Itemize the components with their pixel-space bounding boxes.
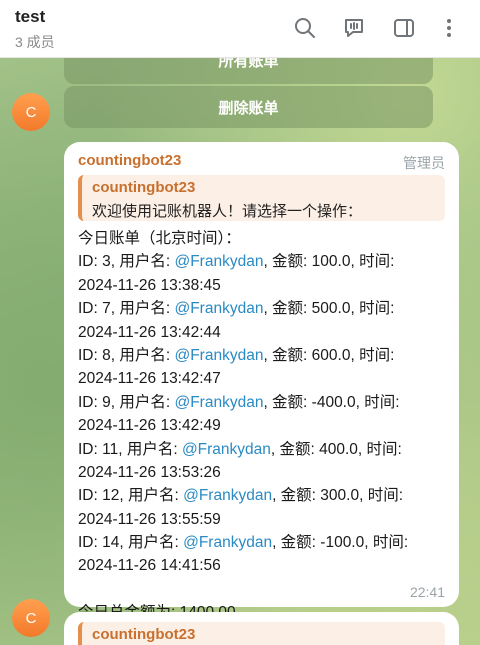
- message-text: 今日账单（北京时间）： ID: 3, 用户名: @Frankydan, 金额: …: [78, 227, 448, 625]
- user-mention-link[interactable]: @Frankydan: [183, 534, 272, 551]
- bill-entry: ID: 8, 用户名: @Frankydan, 金额: 600.0, 时间:: [78, 344, 448, 367]
- user-mention-link[interactable]: @Frankydan: [174, 300, 263, 317]
- entry-suffix: , 金额: 300.0, 时间:: [272, 487, 403, 505]
- entry-prefix: ID: 9, 用户名:: [78, 393, 175, 411]
- bill-entry: ID: 9, 用户名: @Frankydan, 金额: -400.0, 时间:: [78, 391, 448, 414]
- reply-text: 欢迎使用记账机器人！请选择一个操作：: [92, 203, 363, 220]
- user-mention-link[interactable]: @Frankydan: [174, 253, 263, 270]
- entry-time: 2024-11-26 13:38:45: [78, 276, 221, 294]
- entry-time: 2024-11-26 13:42:44: [78, 323, 221, 341]
- entry-time: 2024-11-26 13:53:26: [78, 463, 221, 481]
- member-count: 3 成员: [15, 34, 55, 50]
- entry-suffix: , 金额: 100.0, 时间:: [263, 253, 395, 271]
- entry-prefix: ID: 14, 用户名:: [78, 534, 184, 552]
- entry-prefix: ID: 12, 用户名:: [78, 487, 184, 505]
- chat-title[interactable]: test: [15, 7, 45, 27]
- voice-chat-icon[interactable]: [342, 16, 366, 40]
- sender-name[interactable]: countingbot23: [78, 152, 181, 169]
- bill-entry: ID: 14, 用户名: @Frankydan, 金额: -100.0, 时间:: [78, 531, 448, 554]
- bill-entry: ID: 12, 用户名: @Frankydan, 金额: 300.0, 时间:: [78, 484, 448, 507]
- reply-sender: countingbot23: [92, 626, 196, 643]
- bill-heading: 今日账单（北京时间）：: [78, 230, 241, 247]
- more-icon[interactable]: [437, 16, 461, 40]
- bill-entry: ID: 7, 用户名: @Frankydan, 金额: 500.0, 时间:: [78, 297, 448, 320]
- entry-suffix: , 金额: 600.0, 时间:: [263, 346, 395, 364]
- user-mention-link[interactable]: @Frankydan: [174, 347, 263, 364]
- side-panel-icon[interactable]: [392, 16, 416, 40]
- entry-prefix: ID: 8, 用户名:: [78, 346, 175, 364]
- entry-time: 2024-11-26 13:42:47: [78, 370, 221, 388]
- search-icon[interactable]: [293, 16, 317, 40]
- reply-quote[interactable]: countingbot23: [78, 622, 445, 645]
- bill-entry: ID: 11, 用户名: @Frankydan, 金额: 400.0, 时间:: [78, 438, 448, 461]
- avatar[interactable]: C: [12, 93, 50, 131]
- bill-entries: ID: 3, 用户名: @Frankydan, 金额: 100.0, 时间: 20…: [78, 250, 448, 577]
- entry-prefix: ID: 11, 用户名:: [78, 440, 182, 458]
- entry-prefix: ID: 7, 用户名:: [78, 300, 175, 318]
- message-bubble[interactable]: countingbot23: [64, 612, 459, 645]
- user-mention-link[interactable]: @Frankydan: [183, 487, 272, 504]
- entry-suffix: , 金额: 400.0, 时间:: [270, 440, 402, 458]
- entry-suffix: , 金额: -100.0, 时间:: [272, 534, 409, 552]
- entry-time: 2024-11-26 14:41:56: [78, 557, 221, 575]
- message-bubble[interactable]: countingbot23 管理员 countingbot23 欢迎使用记账机器…: [64, 142, 459, 621]
- avatar[interactable]: C: [12, 599, 50, 637]
- bill-entry: ID: 3, 用户名: @Frankydan, 金额: 100.0, 时间:: [78, 250, 448, 273]
- message-time: 22:41: [409, 584, 445, 600]
- user-mention-link[interactable]: @Frankydan: [182, 441, 271, 458]
- chat-header: test 3 成员: [0, 0, 480, 58]
- reply-sender: countingbot23: [92, 179, 196, 196]
- delete-bill-button[interactable]: 删除账单: [64, 86, 433, 128]
- entry-suffix: , 金额: 500.0, 时间:: [263, 300, 395, 318]
- user-mention-link[interactable]: @Frankydan: [174, 394, 263, 411]
- entry-time: 2024-11-26 13:55:59: [78, 510, 221, 528]
- admin-badge: 管理员: [403, 155, 445, 171]
- reply-quote[interactable]: countingbot23 欢迎使用记账机器人！请选择一个操作：: [78, 175, 445, 221]
- entry-suffix: , 金额: -400.0, 时间:: [263, 393, 400, 411]
- entry-time: 2024-11-26 13:42:49: [78, 417, 221, 435]
- entry-prefix: ID: 3, 用户名:: [78, 253, 175, 271]
